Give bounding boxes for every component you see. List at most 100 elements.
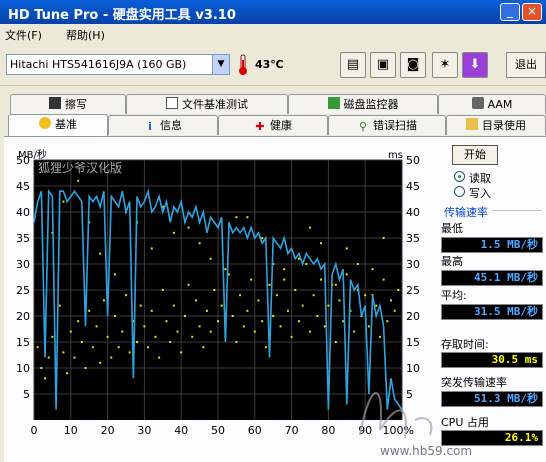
chevron-down-icon[interactable]: ▼: [212, 55, 229, 74]
access-time-point: [378, 335, 381, 338]
access-time-point: [150, 309, 153, 312]
start-button[interactable]: 开始: [452, 145, 498, 165]
section-divider: [492, 210, 542, 211]
x-tick-label: 0: [31, 424, 38, 437]
burst-rate-value: 51.3 MB/秒: [441, 391, 543, 407]
access-time-point: [323, 325, 326, 328]
access-time-point: [169, 341, 172, 343]
window-title: HD Tune Pro - 硬盘实用工具 v3.10: [8, 8, 236, 23]
access-time-point: [106, 335, 109, 338]
avg-value: 31.5 MB/秒: [441, 304, 543, 320]
tab-error-scan[interactable]: ⚲ 错误扫描: [328, 115, 446, 135]
cpu-usage-value: 26.1%: [441, 430, 543, 446]
access-time-point: [338, 299, 341, 302]
options-icon[interactable]: ✶: [432, 52, 458, 78]
y-right-tick-label: 5: [406, 388, 413, 401]
y-right-tick-label: 25: [406, 284, 420, 297]
disk-monitor-icon: [327, 97, 340, 109]
access-time-point: [334, 283, 337, 286]
access-time-point: [139, 304, 142, 307]
menu-file[interactable]: 文件(F): [5, 27, 42, 43]
save-icon[interactable]: ◙: [400, 52, 426, 78]
access-time-point: [253, 330, 256, 333]
y-left-tick-label: 20: [16, 310, 30, 323]
write-radio[interactable]: 写入: [454, 185, 534, 200]
y-left-tick-label: 5: [23, 388, 30, 401]
trash-icon: [49, 97, 61, 109]
tab-info[interactable]: i 信息: [108, 115, 218, 135]
y-right-tick-label: 35: [406, 232, 420, 245]
access-time-point: [272, 315, 275, 317]
access-time-point: [172, 231, 175, 234]
max-value: 45.1 MB/秒: [441, 270, 543, 286]
menu-help[interactable]: 帮助(H): [66, 27, 105, 43]
access-time-point: [58, 304, 61, 307]
access-time-point: [84, 367, 87, 369]
access-time-point: [283, 278, 286, 281]
access-time-point: [290, 335, 293, 338]
access-time-point: [264, 346, 267, 349]
access-time-point: [283, 268, 286, 271]
copy-text-icon[interactable]: ▤: [340, 52, 366, 78]
tab-benchmark[interactable]: 基准: [8, 114, 108, 136]
y-left-tick-label: 15: [16, 336, 30, 349]
access-time-point: [205, 309, 208, 312]
exit-button[interactable]: 退出: [506, 52, 546, 78]
right-y-ticks: 5 10 15 20 25 30 35 40 45 50: [406, 154, 420, 401]
access-time-point: [286, 309, 289, 312]
access-time-point: [69, 330, 72, 333]
access-time-point: [261, 320, 264, 323]
access-time-point: [364, 294, 367, 297]
tab-disk-monitor[interactable]: 磁盘监控器: [288, 94, 438, 114]
toolbar: Hitachi HTS541616J9A (160 GB) ▼ 43℃ ▤ ▣ …: [0, 44, 546, 86]
tab-folder-usage[interactable]: 目录使用: [446, 115, 546, 135]
access-time-point: [345, 273, 348, 276]
y-left-tick-label: 40: [16, 206, 30, 219]
benchmark-icon: [39, 117, 51, 129]
tab-file-benchmark[interactable]: 文件基准测试: [126, 94, 288, 114]
y-left-tick-label: 10: [16, 362, 30, 375]
access-time-point: [165, 320, 168, 323]
read-radio[interactable]: 读取: [454, 170, 534, 185]
x-ticks: 0 10 20 30 40 50 60 70 80 90 100%: [31, 424, 415, 437]
access-time-point: [73, 356, 76, 359]
access-time-point: [40, 367, 43, 369]
access-time-point: [143, 325, 146, 328]
health-icon: ✚: [255, 120, 265, 133]
access-time-point: [99, 361, 102, 364]
access-time-point: [51, 335, 54, 338]
access-time-point: [44, 377, 47, 380]
transfer-rate-title: 传输速率: [444, 206, 488, 219]
error-scan-icon: ⚲: [358, 120, 368, 133]
download-icon[interactable]: ⬇: [462, 52, 488, 78]
access-time-point: [99, 252, 102, 255]
access-time-point: [382, 237, 385, 239]
access-time-point: [191, 335, 194, 338]
access-time-point: [305, 263, 308, 265]
access-time-point: [77, 179, 80, 182]
access-time-point: [231, 315, 234, 317]
tab-erase[interactable]: 擦写: [10, 94, 126, 114]
x-tick-label: 20: [101, 424, 115, 437]
access-time-point: [297, 257, 300, 260]
drive-select-value: Hitachi HTS541616J9A (160 GB): [10, 58, 187, 71]
access-time-point: [309, 330, 311, 333]
chart-inner-label: 狐狸少爷汉化版: [38, 161, 122, 175]
tab-health[interactable]: ✚ 健康: [218, 115, 328, 135]
close-button[interactable]: ×: [522, 3, 542, 21]
access-time-point: [213, 289, 216, 291]
access-time-point: [268, 283, 271, 286]
access-time-value: 30.5 ms: [441, 352, 543, 368]
y-left-tick-label: 25: [16, 284, 30, 297]
thermometer-icon: [239, 54, 247, 75]
access-time-point: [371, 268, 374, 271]
access-time-point: [36, 346, 39, 349]
tab-aam[interactable]: AAM: [438, 94, 546, 114]
minimize-button[interactable]: _: [500, 3, 520, 21]
x-tick-label: 60: [248, 424, 262, 437]
access-time-point: [220, 304, 223, 307]
copy-screenshot-icon[interactable]: ▣: [370, 52, 396, 78]
access-time-point: [113, 315, 116, 317]
burst-rate-label: 突发传输速率: [441, 376, 507, 389]
drive-select[interactable]: Hitachi HTS541616J9A (160 GB) ▼: [6, 54, 230, 75]
